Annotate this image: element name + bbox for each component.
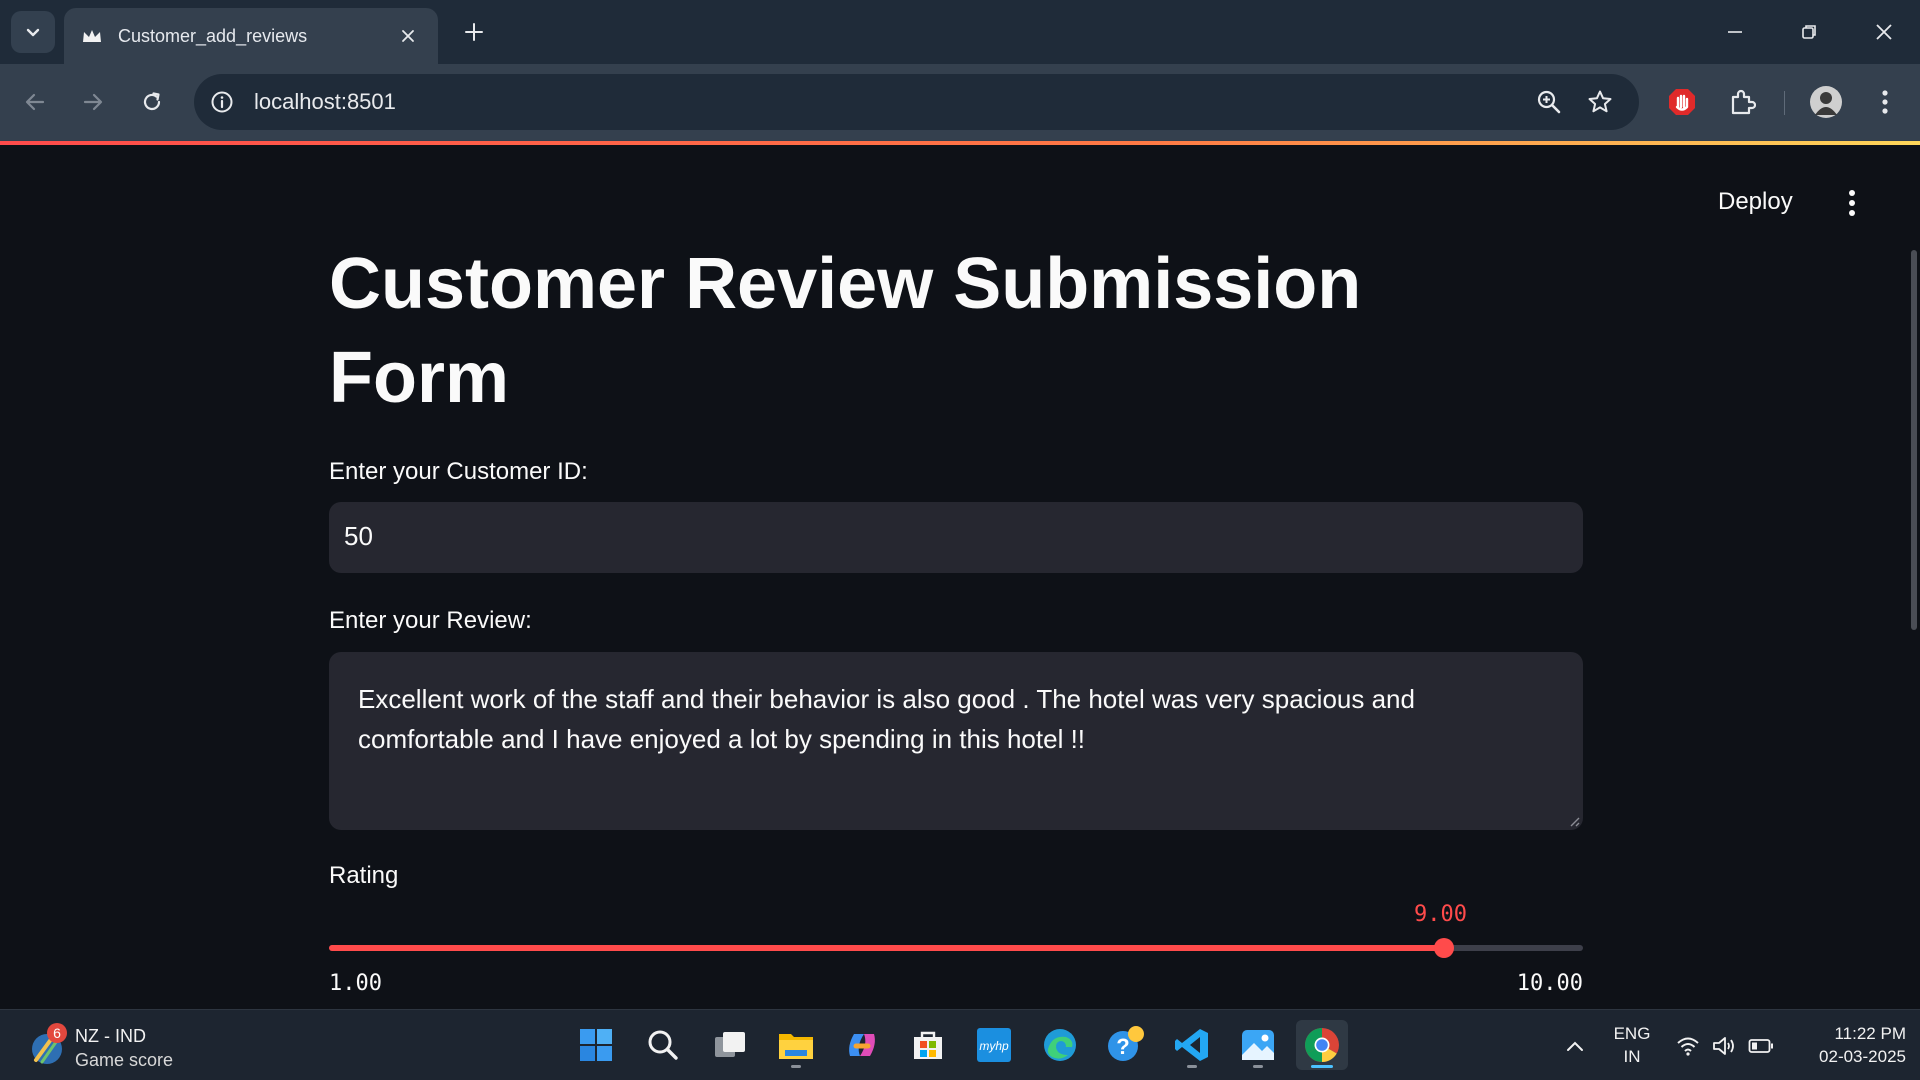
- running-indicator: [1187, 1065, 1197, 1068]
- running-indicator: [1253, 1065, 1263, 1068]
- task-view-icon: [715, 1032, 745, 1057]
- bookmark-star-icon[interactable]: [1585, 87, 1615, 117]
- new-tab-button[interactable]: [456, 14, 492, 50]
- toolbar-separator: [1784, 91, 1785, 115]
- review-label: Enter your Review:: [329, 607, 532, 634]
- site-info-icon[interactable]: [208, 88, 236, 116]
- folder-icon: [779, 1034, 813, 1059]
- minimize-button[interactable]: [1715, 12, 1755, 52]
- reload-button[interactable]: [131, 81, 173, 123]
- widget-title: NZ - IND: [75, 1026, 146, 1046]
- forward-button[interactable]: [72, 81, 114, 123]
- system-clock[interactable]: 11:22 PM 02-03-2025: [1790, 1022, 1906, 1068]
- arrow-left-icon: [25, 93, 45, 111]
- copilot-button[interactable]: [836, 1020, 888, 1070]
- zoom-icon[interactable]: [1534, 87, 1564, 117]
- input-language-indicator[interactable]: ENG IN: [1612, 1022, 1652, 1068]
- active-indicator: [1311, 1065, 1333, 1068]
- resize-handle-icon[interactable]: [1566, 813, 1580, 827]
- chrome-button[interactable]: [1296, 1020, 1348, 1070]
- browser-menu-button[interactable]: [1865, 82, 1905, 122]
- photos-icon: [1242, 1030, 1274, 1060]
- wifi-icon[interactable]: [1672, 1010, 1704, 1080]
- copilot-icon: [849, 1034, 875, 1056]
- clock-time: 11:22 PM: [1834, 1024, 1906, 1043]
- customer-id-value: 50: [344, 521, 373, 551]
- svg-text:?: ?: [1116, 1034, 1129, 1059]
- reload-icon: [143, 92, 161, 111]
- vertical-dots-icon: [1849, 190, 1855, 216]
- close-window-button[interactable]: [1864, 12, 1904, 52]
- help-icon: ?: [1108, 1026, 1144, 1061]
- close-tab-icon[interactable]: [394, 22, 422, 50]
- myhp-button[interactable]: myhp: [968, 1020, 1020, 1070]
- chrome-icon: [1305, 1028, 1339, 1062]
- running-indicator: [791, 1065, 801, 1068]
- customer-id-label: Enter your Customer ID:: [329, 458, 588, 485]
- streamlit-app: Deploy Customer Review Submission Form E…: [0, 145, 1920, 1009]
- rating-slider-thumb[interactable]: [1434, 938, 1454, 958]
- edge-icon: [1044, 1029, 1076, 1061]
- review-text: Excellent work of the staff and their be…: [358, 684, 1415, 754]
- customer-id-input[interactable]: 50: [329, 502, 1583, 573]
- rating-label: Rating: [329, 862, 399, 889]
- browser-toolbar: localhost:8501: [0, 64, 1920, 141]
- show-hidden-icons-button[interactable]: [1560, 1010, 1590, 1080]
- region-code: IN: [1623, 1047, 1641, 1066]
- restore-button[interactable]: [1789, 12, 1829, 52]
- task-view-button[interactable]: [704, 1020, 756, 1070]
- start-button[interactable]: [570, 1020, 622, 1070]
- edge-button[interactable]: [1034, 1020, 1086, 1070]
- crown-icon: [80, 24, 104, 48]
- rating-current-value: 9.00: [1414, 902, 1467, 927]
- get-help-button[interactable]: ?: [1100, 1020, 1152, 1070]
- app-menu-button[interactable]: [1840, 187, 1864, 219]
- photos-button[interactable]: [1232, 1020, 1284, 1070]
- extensions-puzzle-icon[interactable]: [1722, 82, 1762, 122]
- vscode-button[interactable]: [1166, 1020, 1218, 1070]
- deploy-button[interactable]: Deploy: [1718, 188, 1793, 216]
- windows-start-icon: [580, 1029, 612, 1061]
- microsoft-store-icon: [914, 1031, 942, 1059]
- language-code: ENG: [1613, 1024, 1651, 1043]
- windows-taskbar: 6 NZ - IND Game score myhp ? ENG IN 11:2…: [0, 1009, 1920, 1080]
- browser-tab-active[interactable]: Customer_add_reviews: [64, 8, 438, 64]
- chevron-down-icon: [26, 28, 40, 37]
- rating-max-value: 10.00: [1516, 971, 1583, 996]
- widget-subtitle: Game score: [75, 1050, 174, 1070]
- adblock-extension-icon[interactable]: [1662, 82, 1702, 122]
- notification-badge: 6: [47, 1023, 67, 1043]
- address-bar[interactable]: localhost:8501: [194, 74, 1639, 130]
- svg-text:myhp: myhp: [979, 1039, 1009, 1053]
- profile-avatar[interactable]: [1806, 82, 1846, 122]
- vertical-dots-icon: [1882, 90, 1888, 114]
- clock-date: 02-03-2025: [1819, 1047, 1906, 1066]
- back-button[interactable]: [14, 81, 56, 123]
- close-icon: [1876, 24, 1892, 40]
- page-scrollbar[interactable]: [1911, 250, 1917, 630]
- search-icon: [648, 1030, 678, 1060]
- battery-icon[interactable]: [1745, 1010, 1777, 1080]
- file-explorer-button[interactable]: [770, 1020, 822, 1070]
- chevron-up-icon: [1567, 1041, 1583, 1051]
- vscode-icon: [1175, 1029, 1208, 1061]
- rating-min-value: 1.00: [329, 971, 382, 996]
- microsoft-store-button[interactable]: [902, 1020, 954, 1070]
- restore-icon: [1802, 25, 1816, 39]
- minimize-icon: [1728, 31, 1742, 33]
- tab-title: Customer_add_reviews: [118, 25, 308, 46]
- arrow-right-icon: [83, 93, 103, 111]
- page-title: Customer Review Submission Form: [329, 244, 1362, 418]
- volume-icon[interactable]: [1708, 1010, 1740, 1080]
- review-textarea[interactable]: Excellent work of the staff and their be…: [329, 652, 1583, 830]
- rating-slider-fill: [329, 945, 1444, 951]
- rating-slider[interactable]: [329, 938, 1583, 958]
- myhp-icon: myhp: [977, 1028, 1011, 1062]
- tab-search-button[interactable]: [11, 11, 55, 53]
- url-text[interactable]: localhost:8501: [254, 89, 396, 115]
- taskbar-search-button[interactable]: [637, 1020, 689, 1070]
- news-widget[interactable]: 6 NZ - IND Game score: [28, 1022, 228, 1070]
- browser-tab-bar: Customer_add_reviews: [0, 0, 1920, 64]
- plus-icon: [465, 23, 483, 41]
